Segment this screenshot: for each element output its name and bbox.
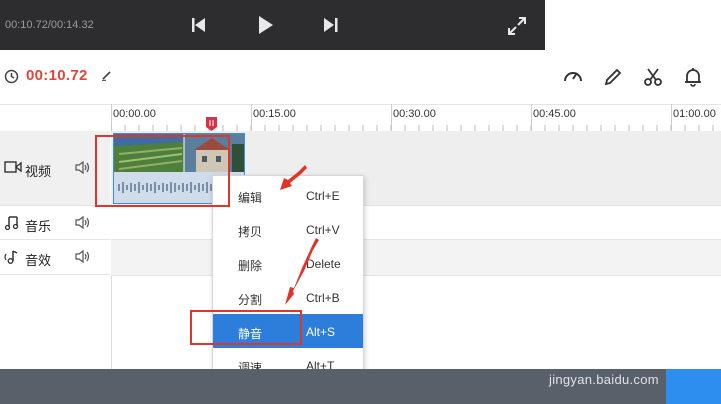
speed-gauge-icon[interactable] — [562, 66, 584, 88]
track-header-music[interactable]: 音乐 — [0, 205, 110, 240]
fullscreen-button[interactable] — [506, 15, 528, 37]
skip-forward-icon — [324, 18, 338, 32]
annotation-highlight-clip — [95, 135, 230, 207]
track-label-sound-effects: 音效 — [25, 253, 52, 268]
pencil-icon[interactable] — [101, 70, 112, 81]
preview-side-area — [545, 0, 721, 50]
play-icon — [259, 16, 273, 34]
watermark-logo: Baidu — [556, 341, 638, 369]
track-header-sound-effects[interactable]: 音效 — [0, 239, 110, 275]
ruler-label: 01:00.00 — [673, 108, 716, 120]
music-lane[interactable] — [111, 205, 721, 240]
video-camera-icon — [4, 161, 22, 173]
track-label-video: 视频 — [25, 164, 52, 179]
pen-icon[interactable] — [602, 66, 624, 88]
next-frame-button[interactable] — [320, 14, 342, 36]
ruler-label: 00:45.00 — [533, 108, 576, 120]
track-label-music: 音乐 — [25, 219, 52, 234]
bell-icon[interactable] — [682, 66, 704, 88]
volume-icon[interactable] — [75, 216, 91, 229]
ruler-label: 00:30.00 — [393, 108, 436, 120]
previous-frame-button[interactable] — [188, 14, 210, 36]
music-note-icon — [4, 216, 19, 231]
menu-item-label: 分割 — [238, 293, 263, 307]
volume-icon[interactable] — [75, 161, 91, 174]
scissors-icon[interactable] — [642, 66, 664, 88]
clock-icon — [4, 69, 19, 84]
menu-item-label: 拷贝 — [238, 225, 263, 239]
fullscreen-icon — [508, 17, 526, 35]
clip-context-menu: 编辑 Ctrl+E 拷贝 Ctrl+V 删除 Delete 分割 Ctrl+B … — [212, 175, 364, 383]
menu-item-shortcut: Delete — [306, 257, 341, 271]
watermark-url: jingyan.baidu.com — [549, 372, 659, 387]
player-bar: 00:10.72/00:14.32 — [0, 0, 545, 50]
playback-time-readout: 00:10.72/00:14.32 — [5, 19, 94, 31]
menu-item-edit[interactable]: 编辑 Ctrl+E — [213, 178, 363, 212]
menu-item-shortcut: Ctrl+V — [306, 223, 340, 237]
menu-item-delete[interactable]: 删除 Delete — [213, 246, 363, 280]
menu-item-shortcut: Alt+S — [306, 325, 336, 339]
bottom-action-area[interactable] — [666, 369, 721, 404]
menu-item-copy[interactable]: 拷贝 Ctrl+V — [213, 212, 363, 246]
sound-effect-icon — [4, 250, 18, 264]
menu-item-split[interactable]: 分割 Ctrl+B — [213, 280, 363, 314]
menu-item-label: 编辑 — [238, 191, 263, 205]
volume-icon[interactable] — [75, 250, 91, 263]
ruler-label: 00:00.00 — [113, 108, 156, 120]
ruler-label: 00:15.00 — [253, 108, 296, 120]
skip-back-icon — [192, 18, 205, 32]
play-button[interactable] — [255, 14, 277, 36]
timeline-toolbar: 00:10.72 — [0, 50, 721, 105]
annotation-highlight-mute — [190, 310, 302, 345]
menu-item-label: 删除 — [238, 259, 263, 273]
menu-item-shortcut: Ctrl+E — [306, 189, 340, 203]
watermark-logo-cn: 经验 — [640, 349, 679, 370]
playhead-marker[interactable] — [206, 117, 217, 131]
menu-item-shortcut: Ctrl+B — [306, 291, 340, 305]
current-time: 00:10.72 — [26, 67, 88, 84]
sound-effects-lane[interactable] — [111, 239, 721, 276]
timeline-ruler[interactable]: 00:00.00 00:15.00 00:30.00 00:45.00 01:0… — [111, 104, 721, 132]
track-header-video[interactable]: 视频 — [0, 131, 110, 205]
